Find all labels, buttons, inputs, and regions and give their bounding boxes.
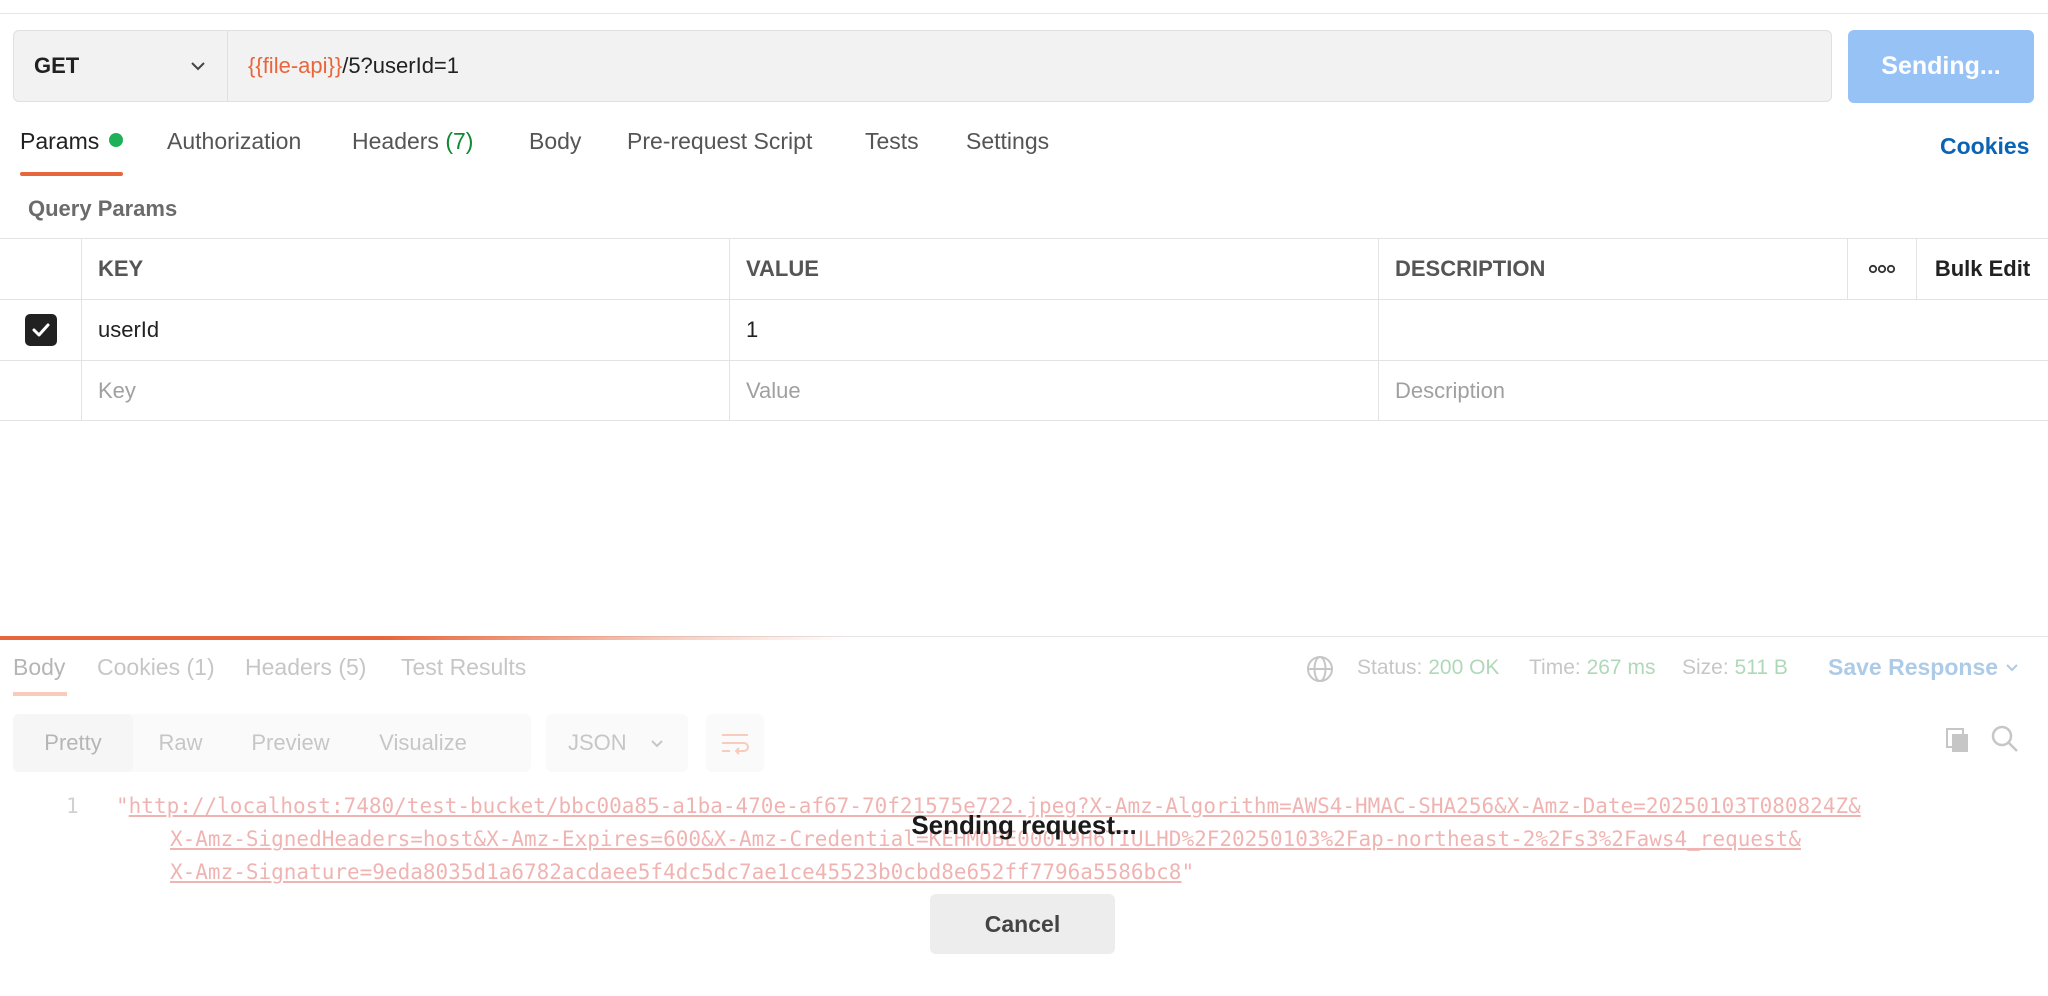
format-raw[interactable]: Raw <box>133 714 228 772</box>
copy-icon[interactable] <box>1944 726 1972 754</box>
tab-headers[interactable]: Headers (7) <box>352 128 473 178</box>
code-line-3: X-Amz-Signature=9eda8035d1a6782acdaee5f4… <box>170 860 1195 884</box>
response-tab-headers-count: (5) <box>338 654 367 680</box>
table-row: userId 1 <box>0 299 2048 360</box>
format-pretty[interactable]: Pretty <box>13 714 133 772</box>
response-tab-headers-label: Headers <box>245 654 332 680</box>
response-size: Size: 511 B <box>1682 656 1788 680</box>
table-row-empty: Key Value Description <box>0 360 2048 421</box>
save-response-button[interactable]: Save Response <box>1828 654 2020 681</box>
language-label: JSON <box>568 730 627 755</box>
row-checkbox[interactable] <box>24 314 57 346</box>
search-icon[interactable] <box>1990 724 2020 754</box>
active-tab-indicator <box>20 172 123 176</box>
query-params-table: KEY VALUE DESCRIPTION Bulk Edit userId 1… <box>0 238 2048 421</box>
format-visualize[interactable]: Visualize <box>353 714 493 772</box>
time-value: 267 ms <box>1586 656 1656 679</box>
format-preview[interactable]: Preview <box>228 714 353 772</box>
chevron-down-icon <box>191 62 205 71</box>
tab-headers-label: Headers <box>352 128 439 154</box>
tab-params-label: Params <box>20 128 100 154</box>
status-label: Status: <box>1357 656 1423 679</box>
cancel-button[interactable]: Cancel <box>930 894 1115 954</box>
method-select[interactable]: GET <box>13 30 227 102</box>
size-label: Size: <box>1682 656 1729 679</box>
save-response-label: Save Response <box>1828 654 1999 680</box>
new-key-input[interactable]: Key <box>81 361 729 421</box>
chevron-down-icon <box>650 740 663 748</box>
response-tab-cookies[interactable]: Cookies (1) <box>97 654 215 681</box>
tab-params[interactable]: Params <box>20 128 124 178</box>
table-header-row: KEY VALUE DESCRIPTION Bulk Edit <box>0 238 2048 299</box>
tab-authorization[interactable]: Authorization <box>167 128 301 178</box>
new-value-input[interactable]: Value <box>729 361 1378 421</box>
response-tab-headers[interactable]: Headers (5) <box>245 654 366 681</box>
empty-checkbox-cell <box>0 361 81 421</box>
params-active-dot <box>109 133 124 147</box>
tab-body[interactable]: Body <box>529 128 581 178</box>
sending-request-message: Sending request... <box>911 810 1137 840</box>
method-label: GET <box>34 53 80 78</box>
response-time: Time: 267 ms <box>1529 656 1655 680</box>
checkmark-icon <box>32 323 49 337</box>
query-params-title: Query Params <box>28 196 178 221</box>
more-options-button[interactable] <box>1847 239 1916 299</box>
size-value: 511 B <box>1734 656 1788 679</box>
response-tab-cookies-count: (1) <box>186 654 215 680</box>
tab-headers-count: (7) <box>445 128 474 154</box>
send-button[interactable]: Sending... <box>1848 30 2034 103</box>
tab-settings[interactable]: Settings <box>966 128 1049 178</box>
time-label: Time: <box>1529 656 1581 679</box>
more-horizontal-icon <box>1868 264 1896 274</box>
param-key-input[interactable]: userId <box>81 300 729 360</box>
param-description-input[interactable] <box>1378 300 2048 360</box>
language-select[interactable]: JSON <box>546 714 688 772</box>
param-value-input[interactable]: 1 <box>729 300 1378 360</box>
response-active-tab-indicator <box>13 692 67 696</box>
format-toggle-group: Pretty Raw Preview Visualize <box>13 714 531 772</box>
globe-icon[interactable] <box>1305 654 1335 684</box>
tab-tests[interactable]: Tests <box>865 128 919 178</box>
wrap-lines-button[interactable] <box>706 714 764 772</box>
tab-pre-request-script[interactable]: Pre-request Script <box>627 128 812 178</box>
bulk-edit-button[interactable]: Bulk Edit <box>1916 239 2048 299</box>
wrap-text-icon <box>722 734 749 755</box>
url-path: /5?userId=1 <box>342 53 460 78</box>
value-column-header: VALUE <box>729 239 1378 299</box>
url-input[interactable]: {{file-api}}/5?userId=1 <box>227 30 1832 102</box>
key-column-header: KEY <box>81 239 729 299</box>
response-tab-cookies-label: Cookies <box>97 654 181 680</box>
top-divider <box>0 13 2048 14</box>
response-url-part-3[interactable]: X-Amz-Signature=9eda8035d1a6782acdaee5f4… <box>170 860 1181 884</box>
status-value: 200 OK <box>1428 656 1500 679</box>
response-tab-test-results[interactable]: Test Results <box>401 654 526 681</box>
cookies-link[interactable]: Cookies <box>1940 133 2029 160</box>
new-description-input[interactable]: Description <box>1378 361 2048 421</box>
response-tab-body[interactable]: Body <box>13 654 65 681</box>
response-status: Status: 200 OK <box>1357 656 1499 680</box>
chevron-down-icon <box>2006 664 2019 672</box>
description-column-header: DESCRIPTION <box>1378 239 1847 299</box>
row-checkbox-cell <box>0 300 81 360</box>
checkbox-column-header <box>0 239 81 299</box>
url-variable: {{file-api}} <box>248 53 343 78</box>
